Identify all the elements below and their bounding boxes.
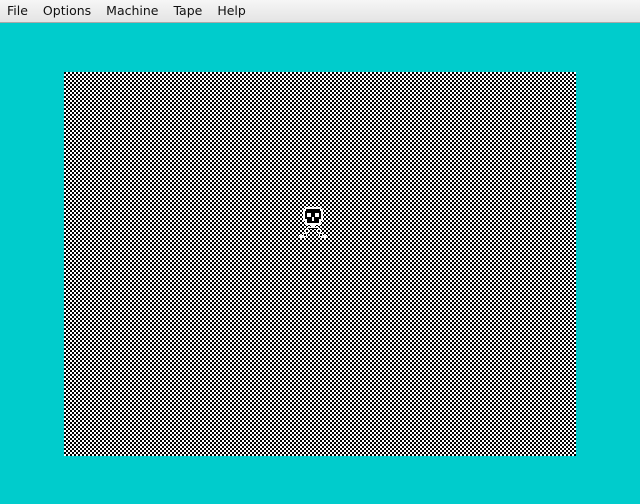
emulator-screen[interactable] (64, 72, 576, 456)
menu-tape[interactable]: Tape (166, 0, 210, 22)
menu-help[interactable]: Help (210, 0, 254, 22)
menu-machine[interactable]: Machine (99, 0, 166, 22)
emulator-window: File Options Machine Tape Help (0, 0, 640, 504)
menu-file[interactable]: File (0, 0, 36, 22)
menu-options[interactable]: Options (36, 0, 99, 22)
menu-bar: File Options Machine Tape Help (0, 0, 640, 23)
skull-on-legs-icon (299, 207, 327, 238)
